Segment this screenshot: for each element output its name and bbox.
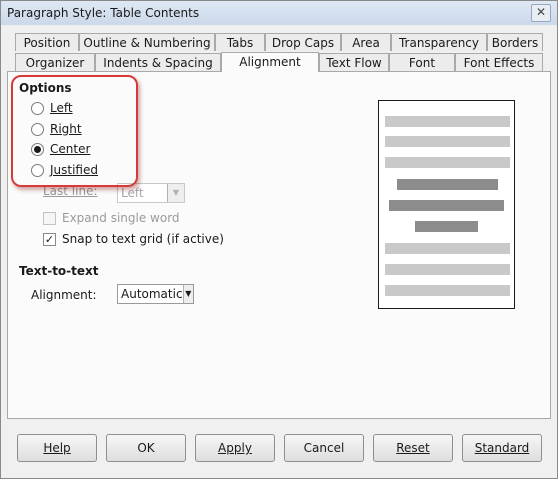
preview-line — [385, 264, 510, 275]
close-icon: ✕ — [535, 5, 547, 19]
tab-tabs[interactable]: Tabs — [215, 33, 265, 51]
tab-borders[interactable]: Borders — [487, 33, 543, 51]
tab-alignment[interactable]: Alignment — [221, 52, 319, 72]
expand-single-word-label: Expand single word — [62, 211, 180, 225]
last-line-value: Left — [121, 186, 144, 200]
preview-line — [385, 136, 510, 147]
ok-button[interactable]: OK — [106, 434, 186, 462]
preview-line — [385, 285, 510, 296]
snap-to-grid-checkbox[interactable]: ✓ — [43, 232, 56, 246]
help-button-label: Help — [43, 441, 71, 455]
tab-organizer[interactable]: Organizer — [15, 53, 95, 71]
tab-indents-spacing[interactable]: Indents & Spacing — [95, 53, 221, 71]
preview-line — [385, 157, 510, 168]
preview-centered-line — [397, 179, 498, 190]
text-to-text-heading: Text-to-text — [19, 264, 99, 278]
reset-button[interactable]: Reset — [373, 434, 453, 462]
tab-drop-caps[interactable]: Drop Caps — [265, 33, 341, 51]
text-alignment-select[interactable]: Automatic ▼ — [117, 284, 194, 304]
paragraph-style-dialog: Paragraph Style: Table Contents ✕ Positi… — [0, 0, 558, 479]
apply-button[interactable]: Apply — [195, 434, 275, 462]
tab-outline-numbering[interactable]: Outline & Numbering — [79, 33, 215, 51]
expand-single-word-option[interactable]: Expand single word — [43, 210, 180, 226]
chevron-down-icon: ▼ — [167, 184, 184, 202]
reset-button-label: Reset — [396, 441, 430, 455]
expand-single-word-checkbox[interactable] — [43, 211, 56, 225]
tab-position[interactable]: Position — [15, 33, 79, 51]
tab-font-effects[interactable]: Font Effects — [455, 53, 543, 71]
cancel-button[interactable]: Cancel — [284, 434, 364, 462]
tab-transparency[interactable]: Transparency — [391, 33, 487, 51]
tab-area[interactable]: Area — [341, 33, 391, 51]
standard-button-label: Standard — [474, 441, 530, 455]
close-button[interactable]: ✕ — [531, 4, 551, 22]
tab-font[interactable]: Font — [389, 53, 455, 71]
preview-line — [385, 243, 510, 254]
apply-button-label: Apply — [218, 441, 252, 455]
help-button[interactable]: Help — [17, 434, 97, 462]
alignment-label: Alignment: — [31, 288, 97, 302]
text-alignment-value: Automatic — [121, 287, 183, 301]
options-highlight-annotation — [11, 75, 138, 187]
cancel-button-label: Cancel — [303, 441, 345, 455]
title-bar: Paragraph Style: Table Contents ✕ — [1, 1, 557, 25]
alignment-preview — [378, 100, 515, 309]
snap-to-grid-label: Snap to text grid (if active) — [62, 232, 224, 246]
preview-line — [385, 116, 510, 127]
ok-button-label: OK — [137, 441, 155, 455]
preview-centered-line — [389, 200, 504, 211]
preview-centered-line — [415, 221, 478, 232]
standard-button[interactable]: Standard — [462, 434, 542, 462]
chevron-down-icon: ▼ — [182, 285, 193, 303]
snap-to-grid-option[interactable]: ✓ Snap to text grid (if active) — [43, 231, 224, 247]
dialog-title: Paragraph Style: Table Contents — [7, 6, 200, 20]
tab-text-flow[interactable]: Text Flow — [319, 53, 389, 71]
